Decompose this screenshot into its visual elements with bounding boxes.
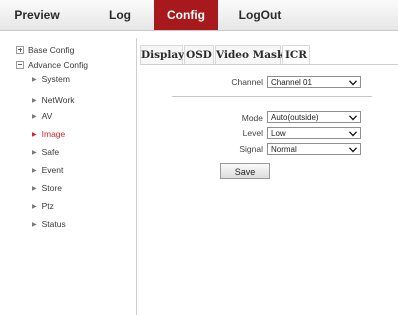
sidebar-item-event[interactable]: ▶ Event <box>32 163 63 177</box>
save-button[interactable]: Save <box>220 163 270 179</box>
sidebar-item-label: System <box>41 74 70 84</box>
level-label: Level <box>242 128 263 138</box>
mode-value: Auto(outside) <box>271 113 319 122</box>
triangle-right-icon: ▶ <box>32 167 37 174</box>
sidebar-item-label: Event <box>41 165 64 175</box>
sidebar-item-label: Image <box>41 129 66 139</box>
triangle-right-icon: ▶ <box>32 221 37 228</box>
sidebar-item-label: AV <box>41 111 53 121</box>
sidebar-item-safe[interactable]: ▶ Safe <box>32 145 59 159</box>
sidebar-item-av[interactable]: ▶ AV <box>32 109 52 123</box>
level-select[interactable]: Low <box>267 127 361 139</box>
triangle-right-icon: ▶ <box>32 185 37 192</box>
triangle-right-icon: ▶ <box>32 131 37 138</box>
mode-select[interactable]: Auto(outside) <box>267 111 361 123</box>
sidebar-item-label: Safe <box>41 147 60 157</box>
sidebar-item-network[interactable]: ▶ NetWork <box>32 93 75 107</box>
nav-log[interactable]: Log <box>103 0 137 30</box>
tab-divider <box>140 64 398 65</box>
chevron-down-icon <box>349 112 357 121</box>
nav-logout[interactable]: LogOut <box>232 0 288 30</box>
chevron-down-icon <box>349 144 357 153</box>
channel-value: Channel 01 <box>271 78 312 87</box>
tree-advance-config[interactable]: Advance Config <box>16 58 88 72</box>
tab-video-mask[interactable]: Video Mask <box>215 45 284 65</box>
collapse-icon[interactable] <box>16 60 24 69</box>
nav-config[interactable]: Config <box>154 0 218 30</box>
expand-icon[interactable] <box>16 45 24 54</box>
signal-label: Signal <box>239 144 263 154</box>
tree-base-config[interactable]: Base Config <box>16 43 74 57</box>
sidebar: Base Config Advance Config ▶ System ▶ NetW… <box>16 38 137 315</box>
triangle-right-icon: ▶ <box>32 97 37 104</box>
channel-select[interactable]: Channel 01 <box>267 76 361 88</box>
sidebar-item-ptz[interactable]: ▶ Ptz <box>32 199 54 213</box>
tree-advance-config-label: Advance Config <box>28 60 89 70</box>
signal-select[interactable]: Normal <box>267 143 361 155</box>
chevron-down-icon <box>349 77 357 86</box>
triangle-right-icon: ▶ <box>32 149 37 156</box>
channel-label: Channel <box>231 77 263 87</box>
mode-label: Mode <box>241 113 263 123</box>
tree-base-config-label: Base Config <box>28 45 75 55</box>
tab-icr[interactable]: ICR <box>282 45 310 65</box>
triangle-right-icon: ▶ <box>32 203 37 210</box>
level-value: Low <box>271 129 286 138</box>
tab-display[interactable]: Display <box>140 45 184 65</box>
sidebar-item-label: Ptz <box>41 201 54 211</box>
triangle-right-icon: ▶ <box>32 76 37 83</box>
sidebar-item-image[interactable]: ▶ Image <box>32 127 65 141</box>
tab-osd[interactable]: OSD <box>184 45 214 65</box>
sidebar-item-system[interactable]: ▶ System <box>32 72 70 86</box>
top-nav: Preview Log Config LogOut <box>0 0 398 31</box>
sidebar-item-status[interactable]: ▶ Status <box>32 217 66 231</box>
nav-preview[interactable]: Preview <box>14 0 60 30</box>
triangle-right-icon: ▶ <box>32 113 37 120</box>
section-divider <box>172 96 372 97</box>
sidebar-item-label: Store <box>41 183 62 193</box>
sidebar-item-label: Status <box>41 219 66 229</box>
sidebar-item-label: NetWork <box>41 95 75 105</box>
sidebar-item-store[interactable]: ▶ Store <box>32 181 62 195</box>
signal-value: Normal <box>271 145 297 154</box>
chevron-down-icon <box>349 128 357 137</box>
